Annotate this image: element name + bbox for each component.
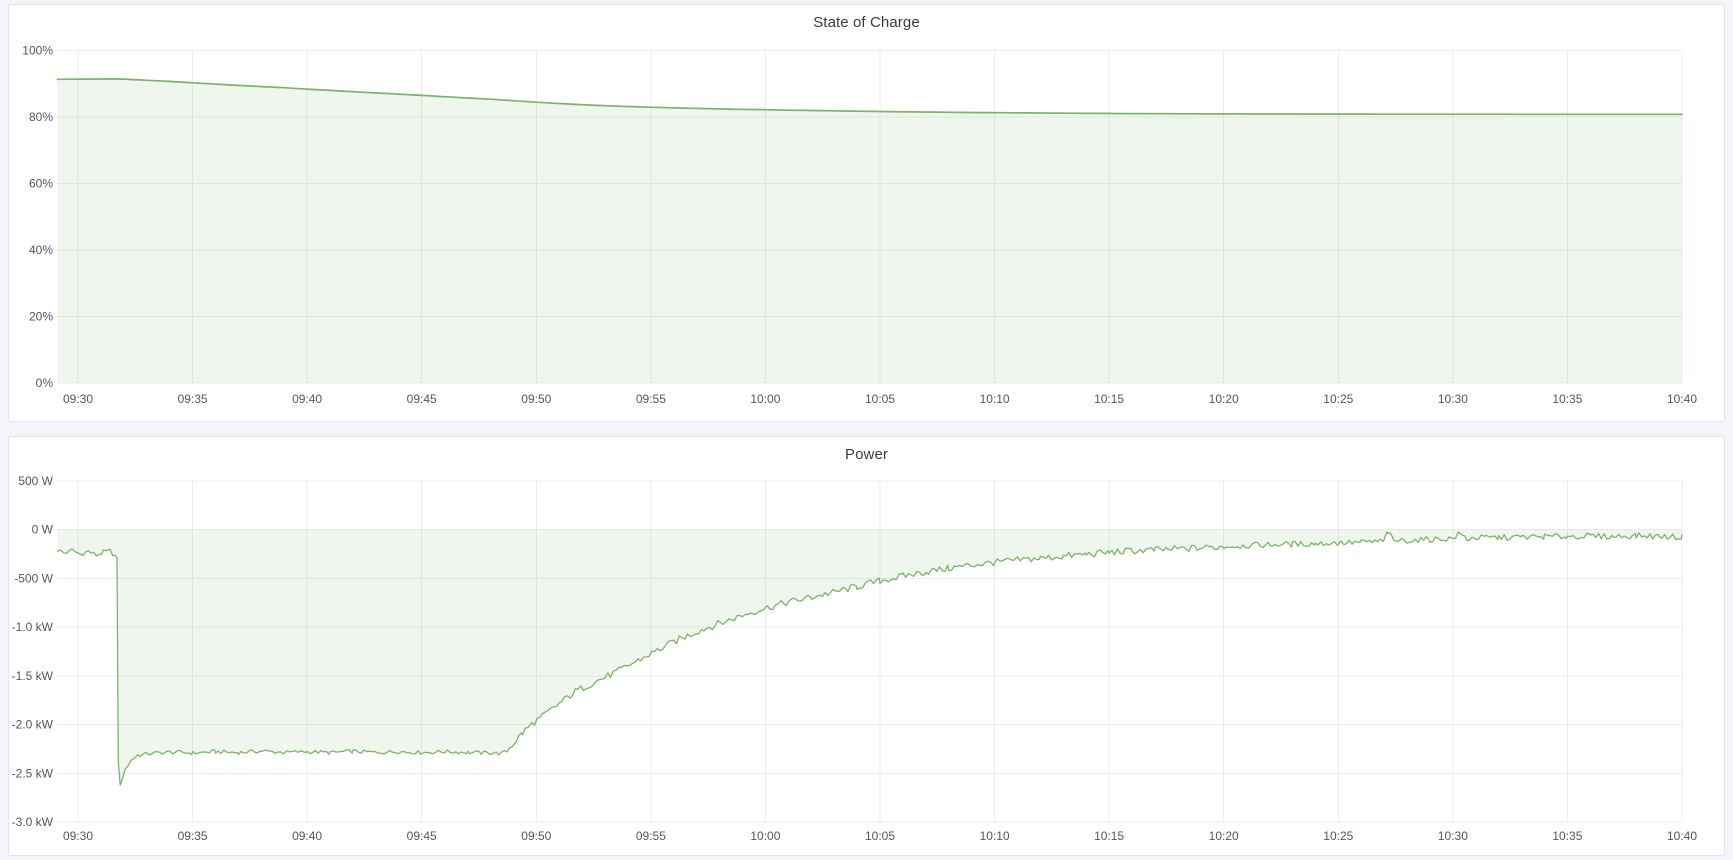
svg-text:100%: 100%: [22, 44, 53, 58]
svg-text:09:45: 09:45: [407, 829, 437, 843]
power-chart[interactable]: 500 W 0 W -500 W -1.0 kW -1.5 kW -2.0 kW -2.5 …: [9, 437, 1724, 855]
series-fill: [57, 79, 1682, 383]
y-axis-labels: 500 W 0 W -500 W -1.0 kW -1.5 kW -2.0 kW -2.5 …: [12, 474, 54, 829]
svg-text:10:30: 10:30: [1438, 392, 1468, 406]
svg-text:10:05: 10:05: [865, 829, 895, 843]
x-axis-labels: 09:30 09:35 09:40 09:45 09:50 09:55 10:00 10:05…: [63, 829, 1697, 843]
svg-text:09:55: 09:55: [636, 392, 666, 406]
svg-text:10:40: 10:40: [1667, 829, 1697, 843]
svg-text:-3.0 kW: -3.0 kW: [12, 815, 54, 829]
svg-text:09:55: 09:55: [636, 829, 666, 843]
svg-text:10:40: 10:40: [1667, 392, 1697, 406]
svg-text:-2.5 kW: -2.5 kW: [12, 766, 54, 780]
svg-text:10:30: 10:30: [1438, 829, 1468, 843]
panel-power: Power 500 W 0 W -500 W -1.0 kW -1.5 kW -2.0 k…: [8, 436, 1725, 856]
svg-text:10:10: 10:10: [980, 829, 1010, 843]
x-axis-labels: 09:30 09:35 09:40 09:45 09:50 09:55 10:00 10:05…: [63, 392, 1697, 406]
svg-text:-1.0 kW: -1.0 kW: [12, 620, 54, 634]
svg-text:10:15: 10:15: [1094, 392, 1124, 406]
panel-title-state-of-charge[interactable]: State of Charge: [9, 14, 1724, 31]
svg-text:09:40: 09:40: [292, 392, 322, 406]
panel-state-of-charge: State of Charge 100%80%60%40%20%0%09:300…: [8, 4, 1725, 422]
svg-text:10:20: 10:20: [1209, 392, 1239, 406]
svg-text:10:25: 10:25: [1323, 829, 1353, 843]
svg-text:10:25: 10:25: [1323, 392, 1353, 406]
svg-text:09:35: 09:35: [178, 829, 208, 843]
svg-text:09:30: 09:30: [63, 829, 93, 843]
svg-text:09:50: 09:50: [521, 829, 551, 843]
svg-text:500 W: 500 W: [18, 474, 53, 488]
svg-text:10:00: 10:00: [750, 392, 780, 406]
y-axis-labels: 100% 80% 60% 40% 20% 0%: [22, 44, 53, 391]
svg-text:80%: 80%: [29, 110, 53, 124]
dashboard: State of Charge 100%80%60%40%20%0%09:300…: [0, 0, 1733, 860]
svg-text:0%: 0%: [36, 376, 54, 390]
svg-text:-2.0 kW: -2.0 kW: [12, 718, 54, 732]
svg-text:10:20: 10:20: [1209, 829, 1239, 843]
series-fill: [57, 530, 1682, 785]
svg-text:20%: 20%: [29, 310, 53, 324]
svg-text:09:50: 09:50: [521, 392, 551, 406]
svg-text:10:10: 10:10: [980, 392, 1010, 406]
svg-text:09:40: 09:40: [292, 829, 322, 843]
svg-text:10:00: 10:00: [750, 829, 780, 843]
svg-text:10:15: 10:15: [1094, 829, 1124, 843]
svg-text:0 W: 0 W: [32, 523, 54, 537]
panel-title-power[interactable]: Power: [9, 446, 1724, 463]
svg-text:-1.5 kW: -1.5 kW: [12, 669, 54, 683]
svg-text:10:35: 10:35: [1552, 829, 1582, 843]
svg-text:09:45: 09:45: [407, 392, 437, 406]
svg-text:60%: 60%: [29, 177, 53, 191]
svg-text:40%: 40%: [29, 243, 53, 257]
svg-text:09:30: 09:30: [63, 392, 93, 406]
svg-text:10:05: 10:05: [865, 392, 895, 406]
svg-text:09:35: 09:35: [178, 392, 208, 406]
svg-text:-500 W: -500 W: [14, 571, 53, 585]
svg-text:10:35: 10:35: [1552, 392, 1582, 406]
state-of-charge-chart[interactable]: 100%80%60%40%20%0%09:3009:3509:4009:4509…: [9, 5, 1724, 421]
